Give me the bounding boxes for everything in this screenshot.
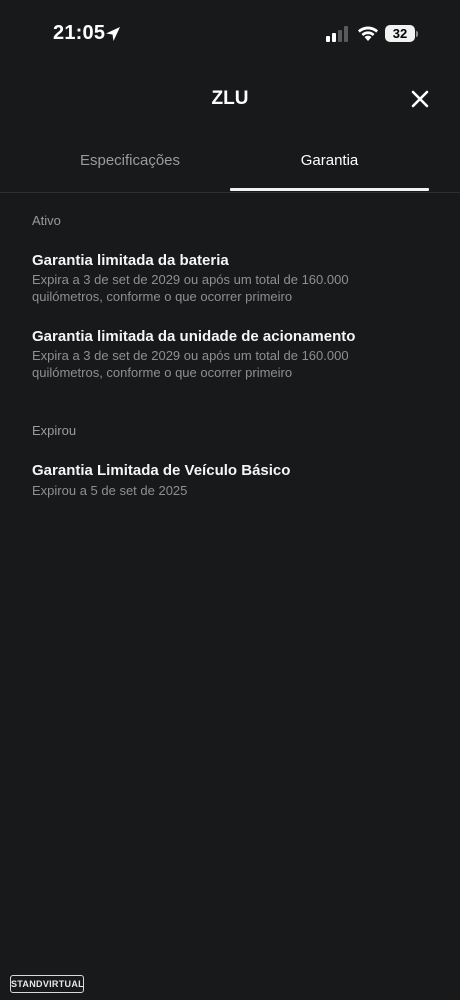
standvirtual-watermark: STANDVIRTUAL — [10, 975, 84, 993]
description-line: Expira a 3 de set de 2029 ou após um tot… — [32, 348, 349, 363]
warranty-item-description: Expira a 3 de set de 2029 ou após um tot… — [32, 347, 412, 381]
battery-icon: 32 — [385, 25, 415, 42]
warranty-item-description: Expira a 3 de set de 2029 ou após um tot… — [32, 271, 412, 305]
cellular-signal-icon — [326, 26, 348, 42]
tab-bar: Especificações Garantia — [0, 140, 460, 193]
tab-warranty[interactable]: Garantia — [230, 140, 429, 190]
warranty-item-description: Expirou a 5 de set de 2025 — [32, 482, 412, 499]
warranty-item-title[interactable]: Garantia limitada da unidade de acioname… — [32, 328, 355, 345]
tab-specifications[interactable]: Especificações — [30, 140, 230, 190]
section-label-expired: Expirou — [32, 423, 77, 438]
warranty-screen: 21:05 32 ZLU Especificações Garantia Ati… — [0, 0, 460, 1000]
warranty-item-title[interactable]: Garantia limitada da bateria — [32, 252, 229, 269]
description-line: quilómetros, conforme o que ocorrer prim… — [32, 365, 293, 380]
battery-nub — [416, 31, 418, 37]
location-arrow-icon — [106, 27, 120, 41]
description-line: Expirou a 5 de set de 2025 — [32, 483, 188, 498]
warranty-item-title[interactable]: Garantia Limitada de Veículo Básico — [32, 462, 290, 479]
wifi-icon — [358, 26, 378, 41]
description-line: quilómetros, conforme o que ocorrer prim… — [32, 289, 293, 304]
section-label-active: Ativo — [32, 213, 61, 228]
status-time: 21:05 — [53, 22, 106, 44]
status-bar: 21:05 32 — [0, 0, 460, 68]
active-tab-indicator — [230, 188, 429, 191]
close-icon[interactable] — [407, 86, 433, 112]
description-line: Expira a 3 de set de 2029 ou após um tot… — [32, 272, 349, 287]
page-title: ZLU — [211, 88, 249, 109]
